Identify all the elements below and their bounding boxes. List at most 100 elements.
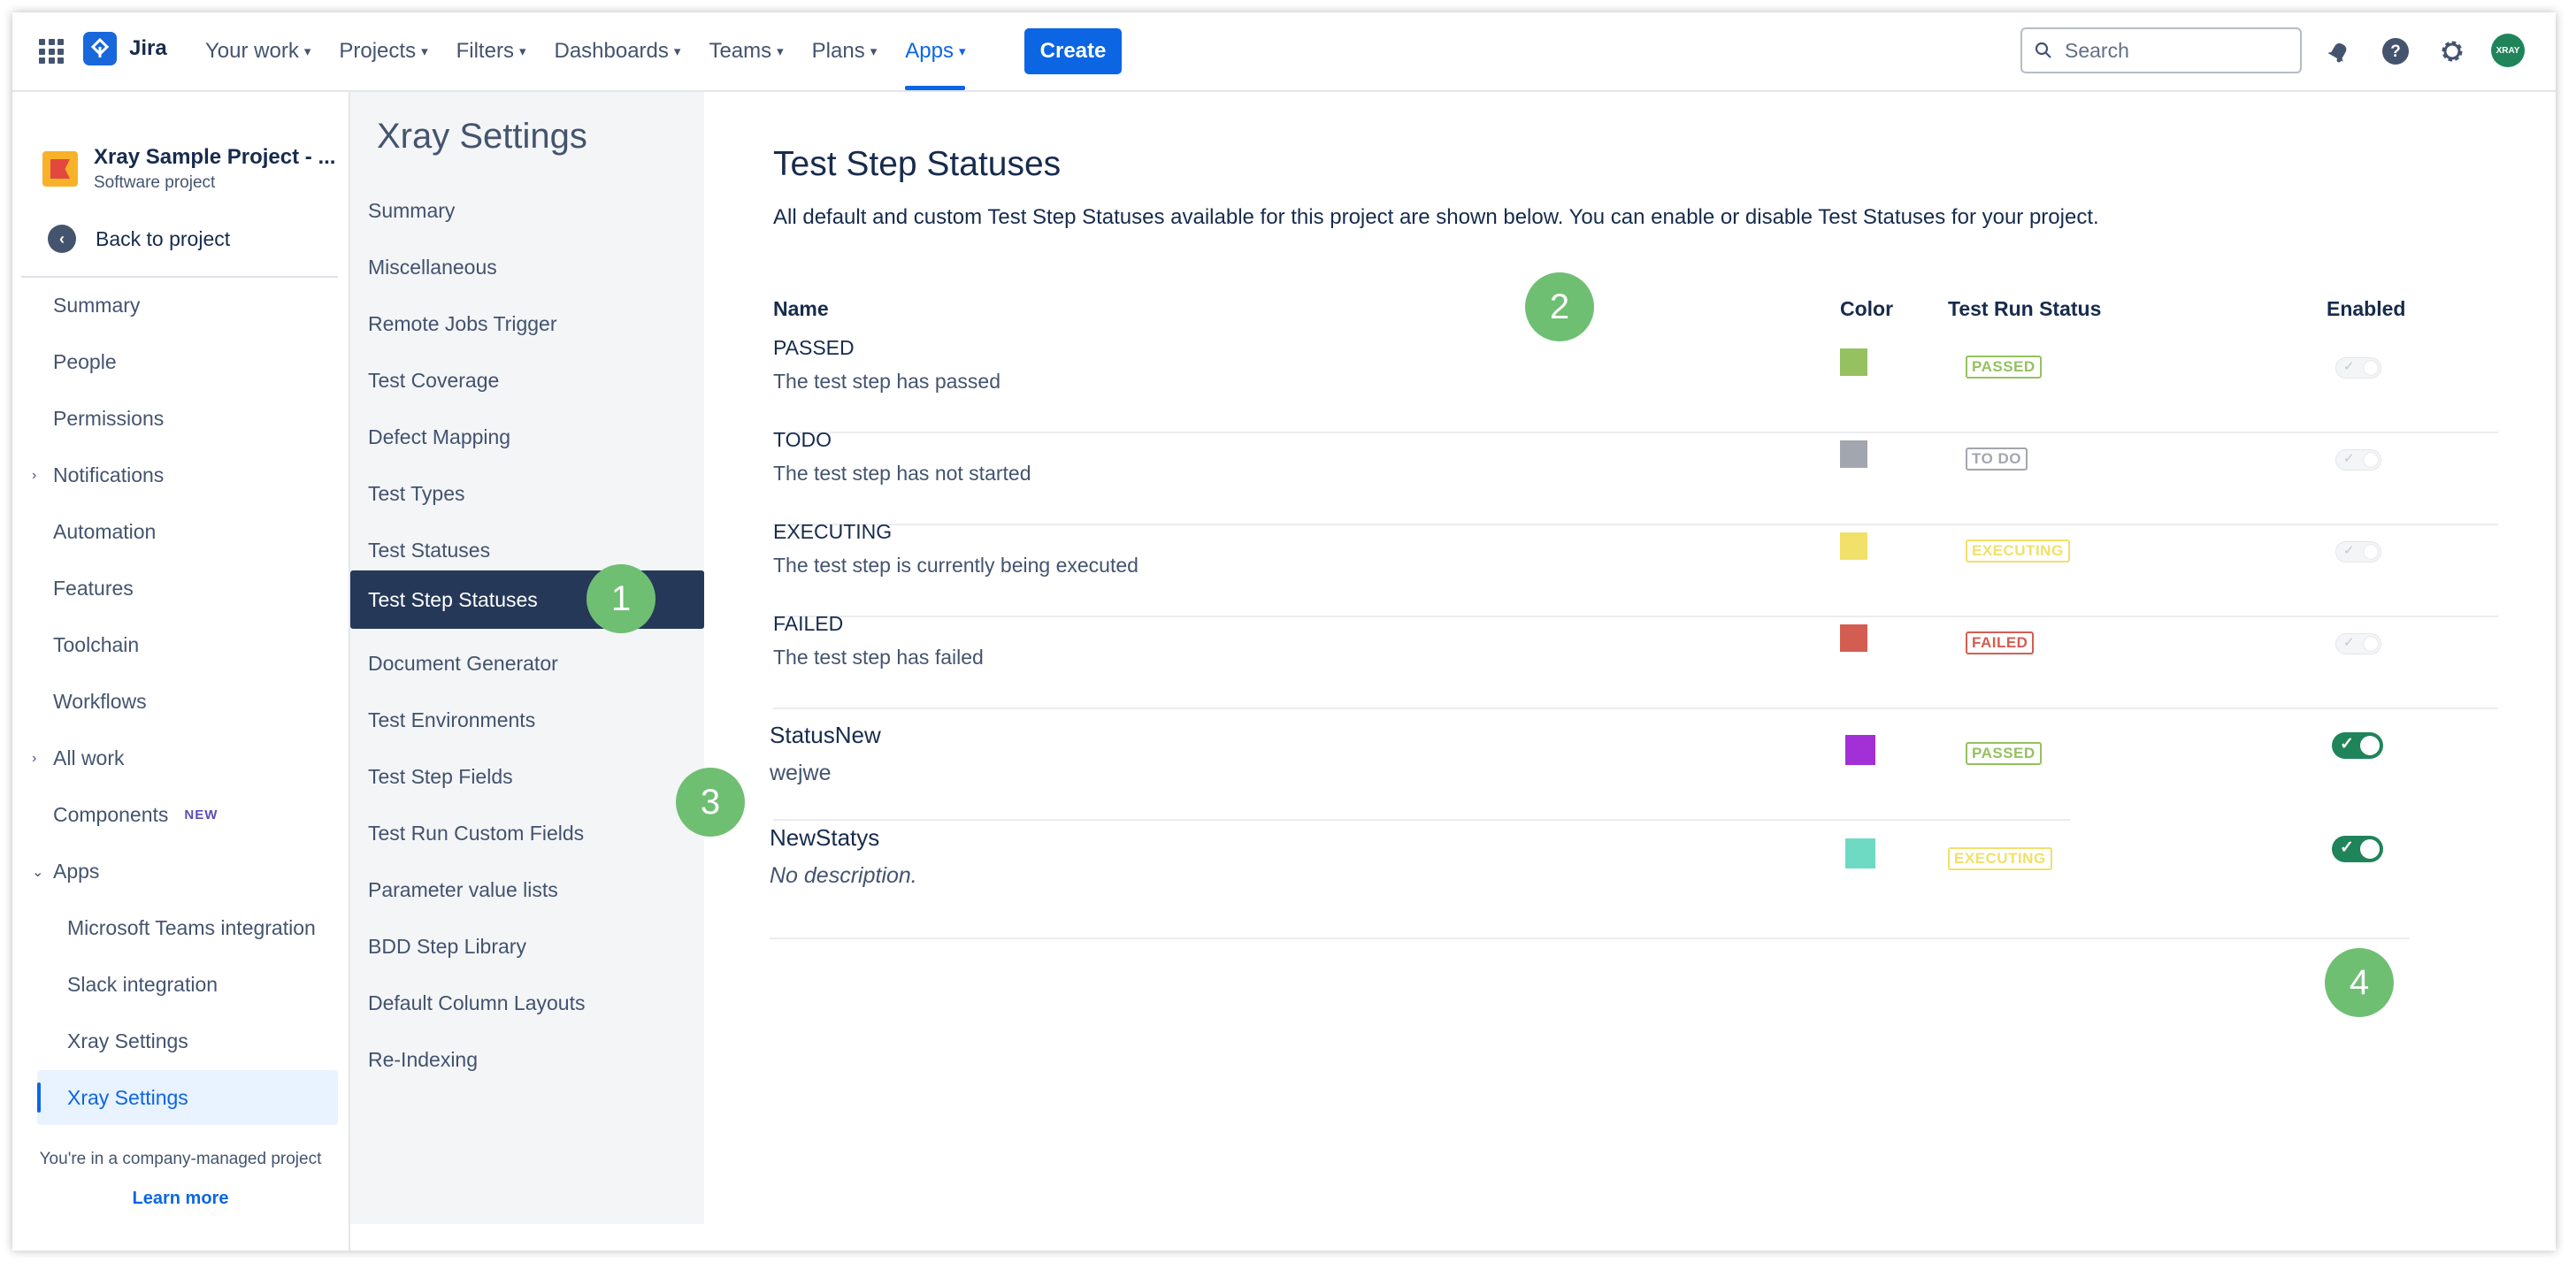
row-divider xyxy=(773,432,2498,433)
chevron-right-icon[interactable]: › xyxy=(32,751,36,767)
sidebar-item-label: Notifications xyxy=(53,463,165,486)
sidebar-item-xray-settings[interactable]: Xray Settings xyxy=(67,1029,188,1053)
sidebar-item-notifications[interactable]: › Notifications xyxy=(32,463,165,487)
create-button[interactable]: Create xyxy=(1024,28,1122,74)
xray-nav-test-types[interactable]: Test Types xyxy=(350,466,704,521)
status-color-swatch xyxy=(1840,532,1867,560)
enabled-toggle[interactable] xyxy=(2332,836,2383,862)
back-to-project-link[interactable]: ‹ Back to project xyxy=(48,225,230,253)
xray-nav-parameter-value-lists[interactable]: Parameter value lists xyxy=(350,862,704,917)
row-divider xyxy=(770,937,2410,939)
status-color-swatch xyxy=(1840,348,1867,376)
status-name: StatusNew xyxy=(770,722,881,748)
status-color-swatch xyxy=(1845,838,1875,868)
sidebar-item-features[interactable]: Features xyxy=(53,577,134,601)
column-header-test-run-status: Test Run Status xyxy=(1948,297,2102,320)
search-input[interactable] xyxy=(2063,37,2279,64)
sidebar-item-ms-teams[interactable]: Microsoft Teams integration xyxy=(67,916,316,940)
run-status-lozenge: EXECUTING xyxy=(1948,847,2052,870)
app-switcher-icon[interactable] xyxy=(39,39,64,64)
nav-label: Your work xyxy=(205,39,299,63)
sidebar-item-toolchain[interactable]: Toolchain xyxy=(53,633,139,657)
logo-text: Jira xyxy=(129,36,167,60)
jira-logo[interactable]: Jira xyxy=(83,32,167,65)
annotation-marker-2: 2 xyxy=(1525,272,1594,341)
nav-dashboards[interactable]: Dashboards ▾ xyxy=(554,12,680,90)
nav-plans[interactable]: Plans ▾ xyxy=(812,12,878,90)
status-name: TODO xyxy=(773,428,832,451)
primary-nav: Your work ▾ Projects ▾ Filters ▾ Dashboards… xyxy=(205,12,966,90)
enabled-toggle-disabled xyxy=(2335,357,2381,379)
sidebar-item-workflows[interactable]: Workflows xyxy=(53,690,147,714)
page-description: All default and custom Test Step Statuse… xyxy=(773,205,2099,229)
sidebar-item-permissions[interactable]: Permissions xyxy=(53,407,164,431)
run-status-lozenge: PASSED xyxy=(1966,356,2042,379)
sidebar-item-components[interactable]: Components NEW xyxy=(53,803,218,827)
company-managed-note: You're in a company-managed project xyxy=(39,1150,322,1168)
nav-teams[interactable]: Teams ▾ xyxy=(709,12,783,90)
run-status-lozenge: TO DO xyxy=(1966,448,2028,471)
chevron-down-icon[interactable]: ⌄ xyxy=(32,863,43,881)
sidebar-item-xray-settings-selected[interactable]: Xray Settings xyxy=(67,1086,188,1110)
status-description: The test step has failed xyxy=(773,646,984,669)
status-name: FAILED xyxy=(773,612,844,635)
divider xyxy=(21,276,338,278)
sidebar-item-label: Components xyxy=(53,803,169,826)
run-status-lozenge: PASSED xyxy=(1966,742,2042,765)
xray-nav-re-indexing[interactable]: Re-Indexing xyxy=(350,1032,704,1087)
chevron-down-icon: ▾ xyxy=(421,44,428,59)
xray-nav-defect-mapping[interactable]: Defect Mapping xyxy=(350,409,704,464)
sidebar-item-people[interactable]: People xyxy=(53,350,117,374)
help-icon[interactable]: ? xyxy=(2380,35,2411,67)
nav-projects[interactable]: Projects ▾ xyxy=(339,12,427,90)
column-header-enabled: Enabled xyxy=(2327,297,2406,320)
chevron-down-icon: ▾ xyxy=(870,44,878,59)
chevron-right-icon[interactable]: › xyxy=(32,468,36,484)
enabled-toggle[interactable] xyxy=(2332,732,2383,759)
xray-nav-bdd-step-library[interactable]: BDD Step Library xyxy=(350,919,704,974)
enabled-toggle-disabled xyxy=(2335,541,2381,562)
annotation-marker-1: 1 xyxy=(586,564,656,633)
chevron-down-icon: ▾ xyxy=(777,44,784,59)
xray-nav-miscellaneous[interactable]: Miscellaneous xyxy=(350,240,704,295)
sidebar-item-summary[interactable]: Summary xyxy=(53,294,140,318)
xray-nav-test-run-custom-fields[interactable]: Test Run Custom Fields xyxy=(350,806,704,861)
xray-nav-test-step-fields[interactable]: Test Step Fields xyxy=(350,749,704,804)
xray-nav-remote-jobs-trigger[interactable]: Remote Jobs Trigger xyxy=(350,296,704,351)
nav-your-work[interactable]: Your work ▾ xyxy=(205,12,310,90)
project-name: Xray Sample Project - ... xyxy=(94,145,336,169)
settings-gear-icon[interactable] xyxy=(2436,35,2468,67)
xray-settings-title: Xray Settings xyxy=(377,117,587,156)
nav-filters[interactable]: Filters ▾ xyxy=(456,12,526,90)
notifications-icon[interactable] xyxy=(2323,35,2355,67)
search-box[interactable] xyxy=(2020,27,2302,73)
chevron-down-icon: ▾ xyxy=(958,44,966,59)
xray-nav-test-statuses[interactable]: Test Statuses xyxy=(350,523,704,578)
page-title: Test Step Statuses xyxy=(773,145,1062,183)
chevron-down-icon: ▾ xyxy=(303,44,311,59)
jira-logo-icon xyxy=(83,32,117,65)
xray-nav-test-coverage[interactable]: Test Coverage xyxy=(350,353,704,408)
nav-label: Apps xyxy=(905,39,954,63)
nav-label: Projects xyxy=(339,39,417,63)
sidebar-item-all-work[interactable]: › All work xyxy=(32,746,125,770)
xray-nav-default-column-layouts[interactable]: Default Column Layouts xyxy=(350,975,704,1030)
back-label: Back to project xyxy=(96,226,231,250)
xray-nav-test-environments[interactable]: Test Environments xyxy=(350,692,704,747)
xray-nav-document-generator[interactable]: Document Generator xyxy=(350,636,704,691)
avatar[interactable]: XRAY xyxy=(2491,34,2525,67)
row-divider xyxy=(773,819,2070,821)
project-header[interactable]: Xray Sample Project - ... Software proje… xyxy=(42,145,335,193)
status-name: NewStatys xyxy=(770,824,880,851)
nav-apps[interactable]: Apps ▾ xyxy=(905,12,966,90)
sidebar-item-automation[interactable]: Automation xyxy=(53,520,156,544)
project-sidebar: Xray Sample Project - ... Software proje… xyxy=(12,92,350,1251)
learn-more-link[interactable]: Learn more xyxy=(12,1189,349,1209)
row-divider xyxy=(773,616,2498,617)
xray-nav-summary[interactable]: Summary xyxy=(350,183,704,238)
chevron-down-icon: ▾ xyxy=(518,44,526,59)
nav-label: Plans xyxy=(811,39,865,63)
sidebar-item-apps[interactable]: ⌄ Apps xyxy=(32,860,99,884)
enabled-toggle-disabled xyxy=(2335,449,2381,471)
sidebar-item-slack[interactable]: Slack integration xyxy=(67,973,218,997)
